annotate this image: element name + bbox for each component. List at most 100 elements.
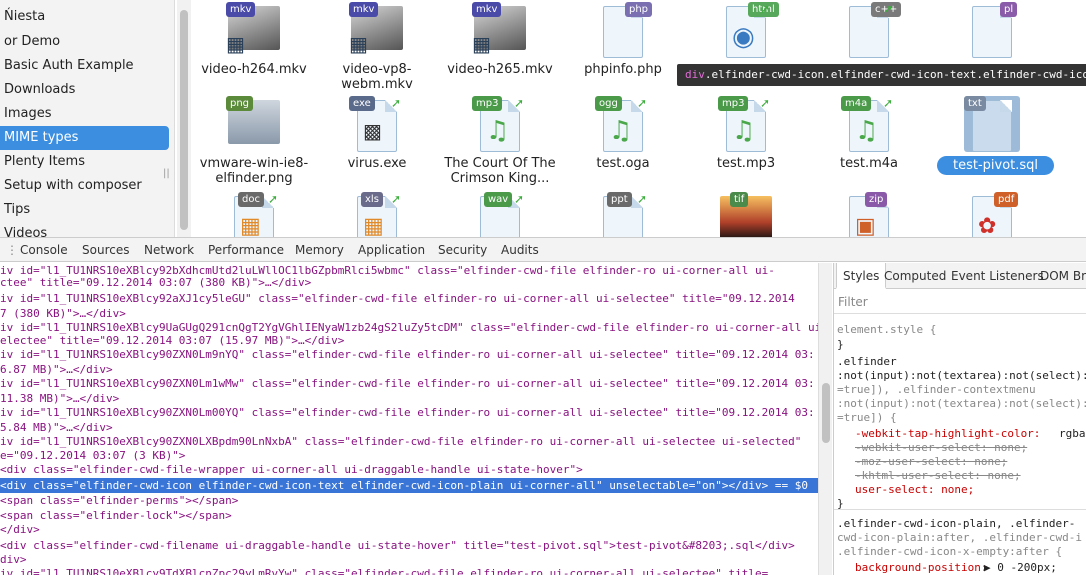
dom-node-line[interactable]: div> <box>0 552 27 567</box>
file-item[interactable]: tif <box>691 192 801 237</box>
dom-node-line[interactable]: e="09.12.2014 03:07 (3 KB)"> <box>0 448 185 463</box>
tree-item-plenty-items[interactable]: Plenty Items <box>0 150 174 174</box>
file-item[interactable]: mkv ▦ video-h264.mkv <box>199 2 309 77</box>
devtools-menu-icon[interactable]: ⋮ <box>6 238 18 262</box>
tree-item-demo[interactable]: or Demo <box>0 30 174 54</box>
dom-node-line[interactable]: ctee" title="09.12.2014 03:07 (380 KB)">… <box>0 275 311 290</box>
css-rule-line[interactable]: :not(input):not(textarea):not(select): <box>837 369 1086 383</box>
css-rule-line[interactable]: ▶ 0 -200px; <box>984 561 1057 575</box>
tab-console[interactable]: Console <box>20 238 68 262</box>
dom-node-line[interactable]: <span class="elfinder-perms"></span> <box>0 493 238 508</box>
tab-audits[interactable]: Audits <box>501 238 539 262</box>
dom-node-selected[interactable]: <div class="elfinder-cwd-icon elfinder-c… <box>0 478 818 493</box>
css-rule-line[interactable]: .elfinder <box>837 355 897 369</box>
zip-file-icon: zip ▣ <box>841 192 897 237</box>
dom-node-line[interactable]: 5.84 MB)">…</div> <box>0 420 113 435</box>
css-rule-line[interactable]: rgba <box>1059 427 1086 441</box>
audio-file-icon: m4a ♫ ➚ <box>841 96 897 152</box>
tab-dom-breakpoints[interactable]: DOM Bre <box>1040 263 1086 289</box>
css-rule-line[interactable]: -webkit-user-select: none; <box>855 441 1027 455</box>
css-rule-line[interactable]: .elfinder-cwd-icon-plain, .elfinder- <box>837 517 1075 531</box>
file-item[interactable]: mkv ▦ video-h265.mkv <box>445 2 555 77</box>
file-item[interactable]: doc ▦ ➚ <box>199 192 309 237</box>
file-item[interactable]: ppt ➚ <box>568 192 678 237</box>
file-item[interactable]: mkv ▦ video-vp8-webm.mkv <box>322 2 432 92</box>
css-rule-line[interactable]: -webkit-tap-highlight-color: <box>855 427 1040 441</box>
tab-performance[interactable]: Performance <box>208 238 284 262</box>
file-item-selected[interactable]: txt test-pivot.sql <box>937 96 1055 175</box>
rule-divider <box>834 509 1086 510</box>
tab-network[interactable]: Network <box>144 238 194 262</box>
video-file-icon: mkv ▦ <box>349 2 405 58</box>
dom-node-line[interactable]: iv id="l1_TU1NRS10eXBlcy90ZXN0Lm1wMw" cl… <box>0 376 815 391</box>
tab-sources[interactable]: Sources <box>82 238 129 262</box>
dom-node-line[interactable]: <span class="elfinder-lock"></span> <box>0 508 232 523</box>
tree-item[interactable]: Ńiesta <box>0 5 174 29</box>
file-item[interactable]: wav ➚ <box>445 192 555 237</box>
tree-item-basic-auth[interactable]: Basic Auth Example <box>0 54 174 78</box>
tree-item-videos[interactable]: Videos <box>0 222 174 237</box>
dom-node-line[interactable]: 6.87 MB)">…</div> <box>0 362 113 377</box>
perl-file-icon: pl <box>964 2 1020 58</box>
styles-filter-input[interactable]: Filter <box>834 290 1086 314</box>
devtools-tabbar: ⋮ Console Sources Network Performance Me… <box>0 238 1086 262</box>
css-rule-line[interactable]: cwd-icon-plain:after, .elfinder-cwd-i <box>837 531 1082 545</box>
file-item[interactable]: xls ▦ ➚ <box>322 192 432 237</box>
css-rule-line[interactable]: .elfinder-cwd-icon-x-empty:after { <box>837 545 1062 559</box>
dom-node-line[interactable]: </div> <box>0 522 40 537</box>
cpp-file-icon: c++ ➚ <box>841 2 902 58</box>
ppt-file-icon: ppt ➚ <box>595 192 651 237</box>
css-rule-line[interactable]: -moz-user-select: none; <box>855 455 1007 469</box>
dom-node-line[interactable]: iv id="l1_TU1NRS10eXBlcy90ZXN0LXBpdm90Ln… <box>0 434 801 449</box>
css-rule-line[interactable]: :not(input):not(textarea):not(select): <box>837 397 1086 411</box>
dom-node-line[interactable]: electee" title="09.12.2014 03:07 (15.97 … <box>0 333 344 348</box>
tab-application[interactable]: Application <box>358 238 425 262</box>
file-item[interactable]: html ◉ ➚ <box>691 2 801 58</box>
html-file-icon: html ◉ ➚ <box>718 2 779 58</box>
dom-node-line[interactable]: <div class="elfinder-cwd-filename ui-dra… <box>0 538 795 553</box>
scrollbar-thumb[interactable] <box>822 383 830 443</box>
css-rule-line[interactable]: =true]), .elfinder-contextmenu <box>837 383 1036 397</box>
file-item[interactable]: c++ ➚ <box>814 2 924 58</box>
dom-node-line[interactable]: iv id="l1_TU1NRS10eXBlcy92aXJ1cy5leGU" c… <box>0 291 795 306</box>
text-file-icon: txt <box>964 96 1020 152</box>
dom-node-line[interactable]: iv id="l1_TU1NRS10eXBlcy90ZXN0Lm9nYQ" cl… <box>0 347 815 362</box>
css-rule-line[interactable]: =true]) { <box>837 411 897 425</box>
dom-node-line[interactable]: <div class="elfinder-cwd-file-wrapper ui… <box>0 462 583 477</box>
dom-node-line[interactable]: 7 (380 KB)">…</div> <box>0 306 126 321</box>
file-item[interactable]: pl <box>937 2 1047 58</box>
tree-item-mime-types[interactable]: MIME types <box>0 126 169 150</box>
tab-computed[interactable]: Computed <box>884 263 946 289</box>
css-rule-line[interactable]: element.style { <box>837 323 936 337</box>
tab-styles[interactable]: Styles <box>836 263 887 289</box>
rule-divider <box>834 313 1086 314</box>
dom-node-line[interactable]: iv id="l1_TU1NRS10eXBlcy90ZXN0Lm00YQ" cl… <box>0 405 815 420</box>
file-item[interactable]: mp3 ♫ ➚ test.mp3 <box>691 96 801 171</box>
tree-item-setup-composer[interactable]: Setup with composer <box>0 174 174 198</box>
resize-grip-icon[interactable]: || <box>163 168 170 179</box>
elements-scrollbar[interactable] <box>818 263 832 575</box>
tab-security[interactable]: Security <box>438 238 487 262</box>
elements-dom-tree: iv id="l1_TU1NRS10eXBlcy92bXdhcmUtd2luLW… <box>0 263 818 575</box>
styles-pane: Styles Computed Event Listeners DOM Bre … <box>833 263 1086 575</box>
dom-node-line[interactable]: 11.38 MB)">…</div> <box>0 391 119 406</box>
file-item[interactable]: pdf ✿ <box>937 192 1047 237</box>
tab-memory[interactable]: Memory <box>295 238 344 262</box>
file-item[interactable]: m4a ♫ ➚ test.m4a <box>814 96 924 171</box>
file-item[interactable]: php phpinfo.php <box>568 2 678 77</box>
audio-file-icon: ogg ♫ ➚ <box>595 96 651 152</box>
file-item[interactable]: zip ▣ <box>814 192 924 237</box>
css-rule-line[interactable]: background-position: <box>855 561 987 575</box>
css-rule-line[interactable]: user-select: none; <box>855 483 974 497</box>
audio-file-icon: mp3 ♫ ➚ <box>718 96 774 152</box>
file-item[interactable]: mp3 ♫ ➚ The Court Of The Crimson King... <box>440 96 560 186</box>
css-rule-line[interactable]: -khtml-user-select: none; <box>855 469 1021 483</box>
tab-event-listeners[interactable]: Event Listeners <box>951 263 1044 289</box>
file-item[interactable]: exe ▩ ➚ virus.exe <box>322 96 432 171</box>
file-item[interactable]: ogg ♫ ➚ test.oga <box>568 96 678 171</box>
file-item[interactable]: png vmware-win-ie8-elfinder.png <box>185 96 323 186</box>
tree-item-images[interactable]: Images <box>0 102 174 126</box>
tree-item-downloads[interactable]: Downloads <box>0 78 174 102</box>
css-rule-line[interactable]: } <box>837 338 844 352</box>
tree-item-tips[interactable]: Tips <box>0 198 174 222</box>
